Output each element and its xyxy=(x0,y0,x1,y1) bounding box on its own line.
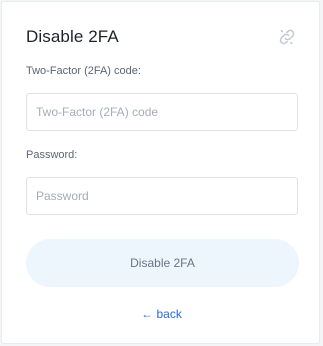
back-link[interactable]: ← back xyxy=(2,307,321,321)
disable-2fa-button[interactable]: Disable 2FA xyxy=(26,239,299,287)
password-label: Password: xyxy=(26,149,78,161)
2fa-code-input[interactable] xyxy=(26,93,298,131)
code-label: Two-Factor (2FA) code: xyxy=(26,65,141,77)
unlink-icon xyxy=(279,29,295,45)
disable-2fa-card: Disable 2FA Two-Factor (2FA) code: Passw… xyxy=(1,1,320,344)
card-title: Disable 2FA xyxy=(26,27,119,46)
password-input[interactable] xyxy=(26,177,298,215)
